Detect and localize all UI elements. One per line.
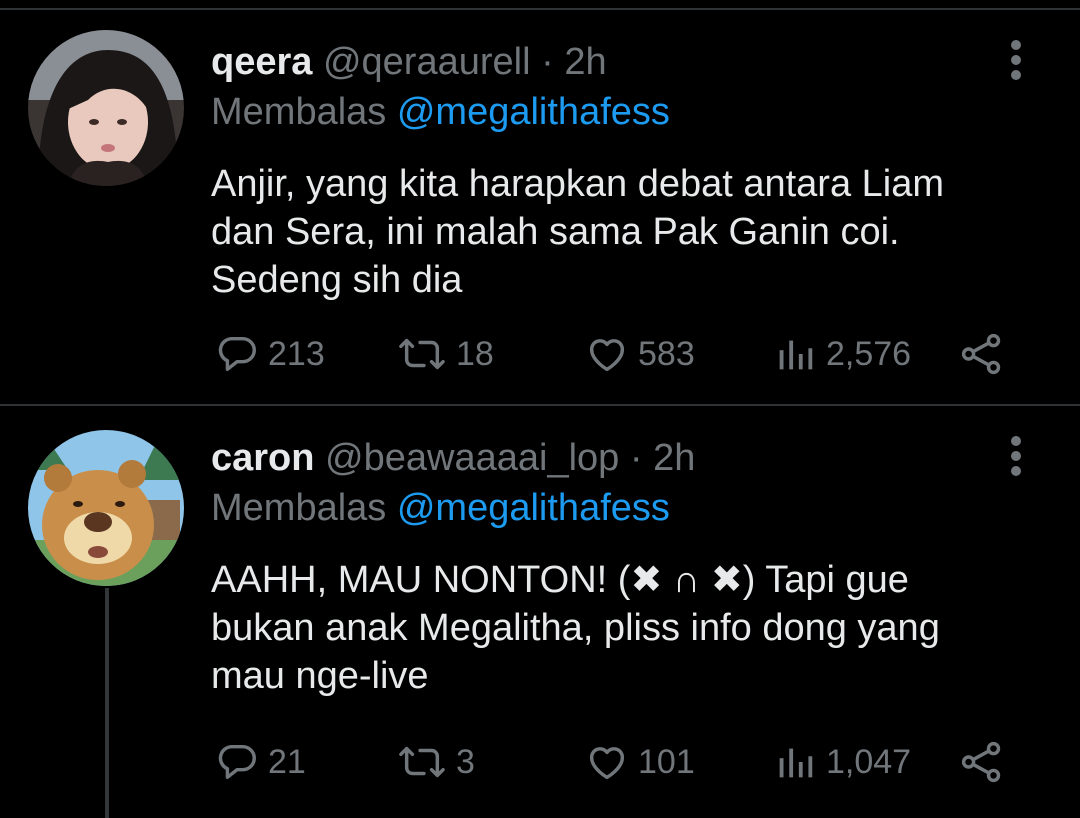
retweet-count: 18 [456,334,494,373]
tweet-text-line: dan Sera, ini malah sama Pak Ganin coi. [211,211,900,253]
like-count: 101 [638,742,695,781]
reply-mention-link[interactable]: @megalithafess [397,91,670,133]
reply-icon [214,331,260,377]
tweet-header: caron @beawaaaai_lop · 2h [211,436,695,480]
tweet-text-line: bukan anak Megalitha, pliss info dong ya… [211,607,940,649]
tweet-text-line: AAHH, MAU NONTON! (✖ ∩ ✖) Tapi gue [211,556,1041,604]
tweet-text-segment: ) Tapi gue [742,559,909,601]
heart-icon [584,331,630,377]
share-button[interactable] [958,738,1006,786]
retweet-count: 3 [456,742,475,781]
user-handle[interactable]: @beawaaaai_lop [325,437,619,479]
retweet-button[interactable]: 3 [396,738,475,786]
views-button[interactable]: 1,047 [772,738,911,786]
display-name[interactable]: qeera [211,41,312,83]
retweet-icon [396,739,448,785]
share-icon [958,739,1006,785]
tweet[interactable]: caron @beawaaaai_lop · 2h Membalas @mega… [0,406,1080,818]
tweet-text-line: Sedeng sih dia [211,259,463,301]
reply-prefix: Membalas [211,487,387,529]
reply-context: Membalas @megalithafess [211,90,670,134]
display-name[interactable]: caron [211,437,314,479]
timestamp[interactable]: 2h [564,41,606,83]
timestamp[interactable]: 2h [653,437,695,479]
views-icon [772,331,818,377]
tweet-text: AAHH, MAU NONTON! (✖ ∩ ✖) Tapi gue bukan… [211,556,1041,700]
reply-prefix: Membalas [211,91,387,133]
share-icon [958,331,1006,377]
tweet-text-line: Anjir, yang kita harapkan debat antara L… [211,163,945,205]
like-button[interactable]: 583 [584,330,695,378]
reply-mention-link[interactable]: @megalithafess [397,487,670,529]
heart-icon [584,739,630,785]
tweet-text-line: mau nge-live [211,655,429,697]
reply-button[interactable]: 213 [214,330,325,378]
reply-count: 213 [268,334,325,373]
views-count: 2,576 [826,334,912,373]
separator-dot: · [541,41,554,83]
like-count: 583 [638,334,695,373]
user-handle[interactable]: @qeraaurell [323,41,531,83]
tweet-actions: 213 18 583 2,576 [0,330,1080,378]
views-count: 1,047 [826,742,912,781]
more-vertical-icon[interactable] [1002,40,1030,80]
share-button[interactable] [958,330,1006,378]
views-icon [772,739,818,785]
more-vertical-icon[interactable] [1002,436,1030,476]
views-button[interactable]: 2,576 [772,330,911,378]
reply-button[interactable]: 21 [214,738,306,786]
retweet-button[interactable]: 18 [396,330,494,378]
reply-context: Membalas @megalithafess [211,486,670,530]
kaomoji: ✖ ∩ ✖ [630,559,743,601]
separator-dot: · [629,437,643,479]
tweet-actions: 21 3 101 1,047 [0,738,1080,786]
tweet[interactable]: qeera @qeraaurell · 2h Membalas @megalit… [0,10,1080,404]
reply-icon [214,739,260,785]
retweet-icon [396,331,448,377]
tweet-header: qeera @qeraaurell · 2h [211,40,607,84]
avatar[interactable] [28,30,184,186]
reply-count: 21 [268,742,306,781]
like-button[interactable]: 101 [584,738,695,786]
tweet-text-segment: AAHH, MAU NONTON! ( [211,559,631,601]
tweet-text: Anjir, yang kita harapkan debat antara L… [211,160,1041,304]
avatar[interactable] [28,430,184,586]
